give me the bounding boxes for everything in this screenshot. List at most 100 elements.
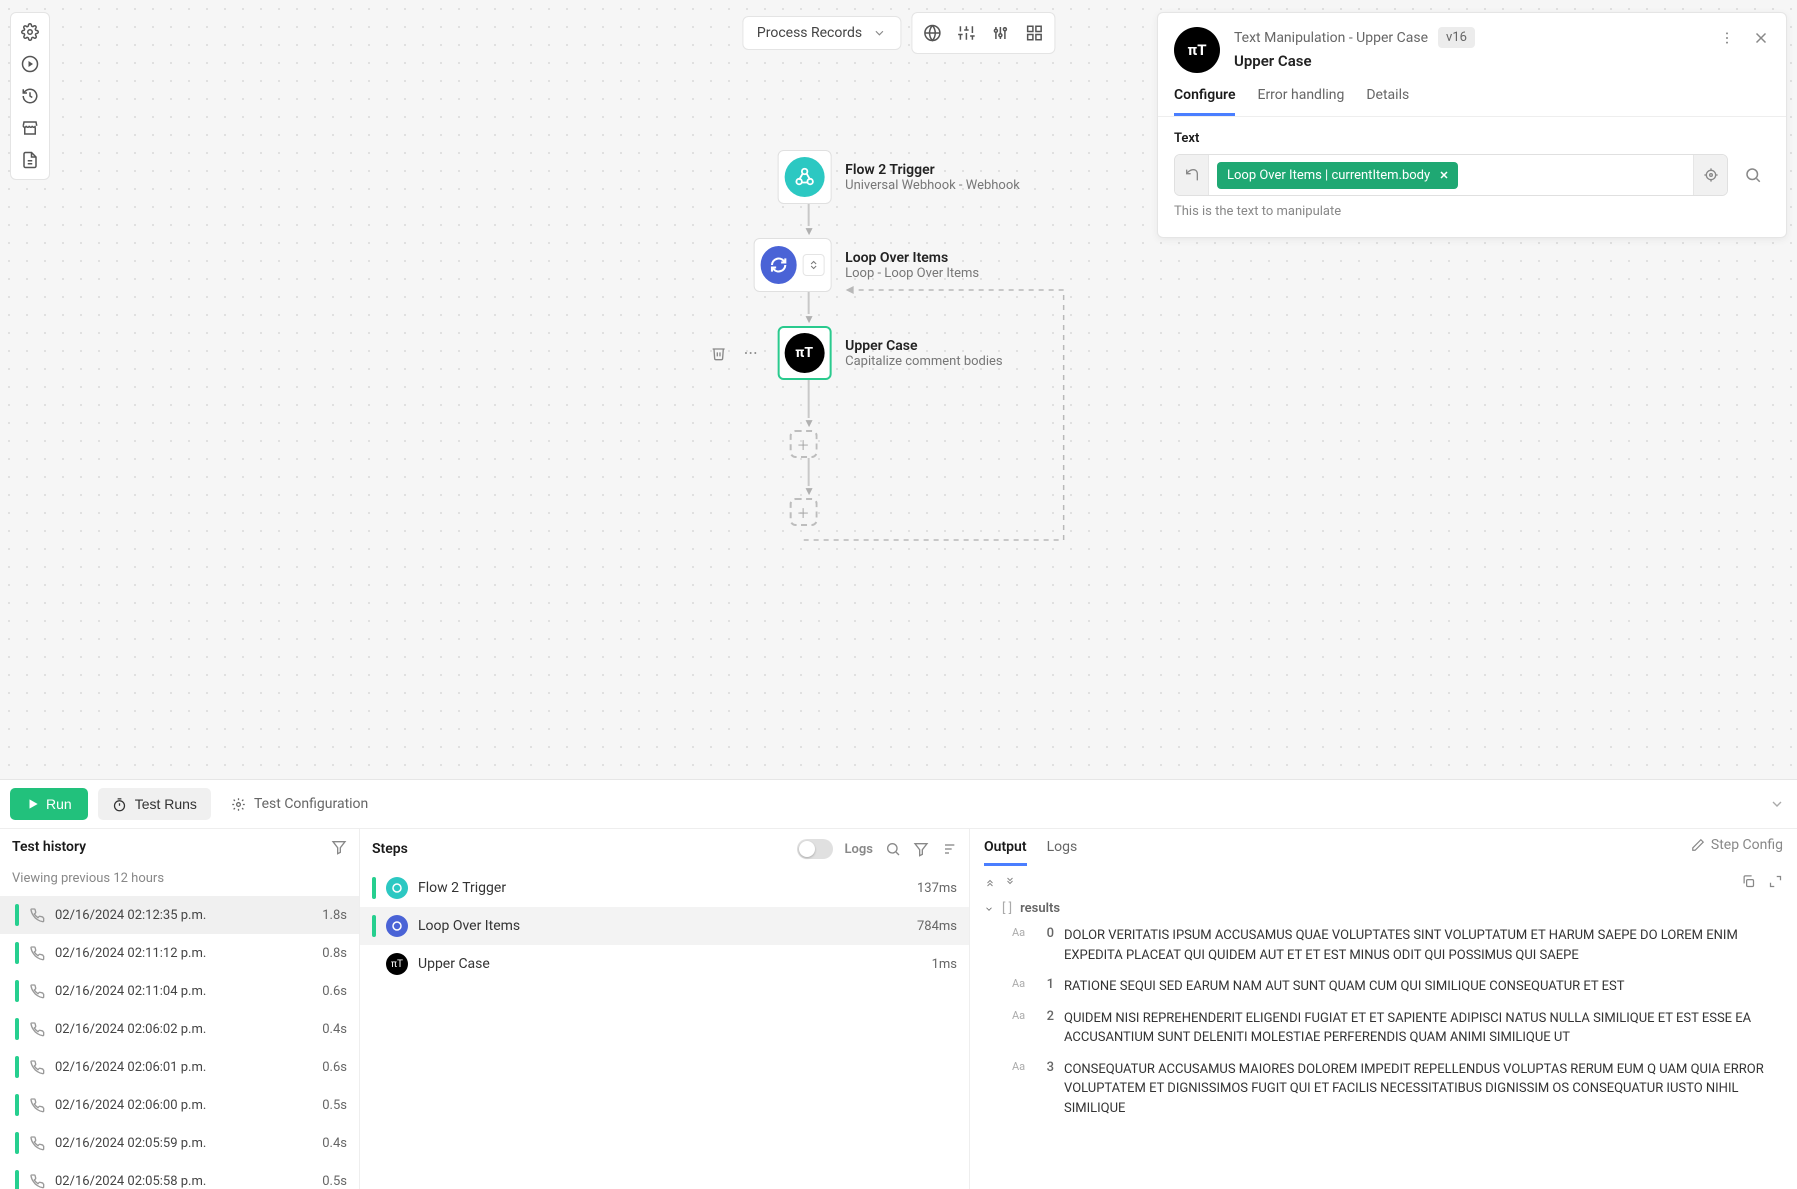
sort-icon[interactable] — [941, 841, 957, 857]
add-step-button-end[interactable]: ＋ — [789, 498, 817, 526]
copy-icon[interactable] — [1741, 874, 1756, 889]
text-manipulation-icon: πT — [1174, 27, 1220, 73]
store-icon[interactable] — [15, 113, 45, 143]
search-icon[interactable] — [1736, 158, 1770, 192]
tab-logs[interactable]: Logs — [1047, 839, 1078, 866]
run-button[interactable]: Run — [10, 788, 88, 820]
branch-icon[interactable] — [1175, 155, 1209, 195]
step-item[interactable]: Loop Over Items 784ms — [360, 907, 969, 945]
type-icon: Aa — [1012, 926, 1030, 939]
loop-icon — [760, 246, 797, 284]
result-row[interactable]: Aa 0 DOLOR VERITATIS IPSUM ACCUSAMUS QUA… — [984, 920, 1783, 971]
more-icon[interactable] — [739, 342, 761, 364]
test-runs-button[interactable]: Test Runs — [98, 788, 211, 820]
step-name: Upper Case — [418, 956, 922, 972]
node-actions — [707, 342, 761, 364]
globe-icon[interactable] — [916, 17, 948, 49]
history-item[interactable]: 02/16/2024 02:06:02 p.m. 0.4s — [0, 1010, 359, 1048]
phone-icon — [29, 1135, 45, 1151]
collapse-all-icon[interactable] — [984, 876, 996, 888]
version-badge: v16 — [1438, 27, 1475, 48]
node-loop-sub: Loop - Loop Over Items — [845, 266, 979, 281]
node-upper-case[interactable]: πT Upper Case Capitalize comment bodies — [777, 326, 1003, 380]
node-trigger[interactable]: Flow 2 Trigger Universal Webhook - Webho… — [777, 150, 1020, 204]
result-row[interactable]: Aa 3 CONSEQUATUR ACCUSAMUS MAIORES DOLOR… — [984, 1054, 1783, 1125]
bottom-toolbar: Run Test Runs Test Configuration — [0, 780, 1797, 829]
history-item[interactable]: 02/16/2024 02:05:59 p.m. 0.4s — [0, 1124, 359, 1162]
filter-icon[interactable] — [331, 839, 347, 855]
history-item[interactable]: 02/16/2024 02:12:35 p.m. 1.8s — [0, 896, 359, 934]
chip-label: Loop Over Items | currentItem.body — [1227, 168, 1430, 183]
history-timestamp: 02/16/2024 02:11:12 p.m. — [55, 946, 312, 961]
filter-icon[interactable] — [913, 841, 929, 857]
expand-icon[interactable] — [803, 254, 824, 276]
history-timestamp: 02/16/2024 02:06:00 p.m. — [55, 1098, 312, 1113]
panel-title: Upper Case — [1234, 52, 1475, 70]
tab-error-handling[interactable]: Error handling — [1257, 87, 1344, 116]
gear-icon[interactable] — [15, 17, 45, 47]
panel-tabs: Configure Error handling Details — [1158, 73, 1786, 117]
file-icon[interactable] — [15, 145, 45, 175]
history-duration: 0.5s — [322, 1098, 347, 1113]
stopwatch-icon — [112, 797, 127, 812]
output-column: Output Logs Step Config — [970, 829, 1797, 1189]
chip-remove-icon[interactable] — [1438, 169, 1450, 181]
close-icon[interactable] — [1748, 25, 1774, 51]
grid-icon[interactable] — [1018, 17, 1050, 49]
step-duration: 137ms — [917, 881, 957, 896]
side-panel: πT Text Manipulation - Upper Case v16 Up… — [1157, 12, 1787, 238]
result-row[interactable]: Aa 2 QUIDEM NISI REPREHENDERIT ELIGENDI … — [984, 1003, 1783, 1054]
sliders-icon[interactable] — [950, 17, 982, 49]
chevron-down-icon[interactable] — [1769, 796, 1785, 812]
phone-icon — [29, 1173, 45, 1189]
steps-header: Steps — [372, 841, 408, 857]
history-item[interactable]: 02/16/2024 02:05:58 p.m. 0.5s — [0, 1162, 359, 1189]
history-item[interactable]: 02/16/2024 02:06:01 p.m. 0.6s — [0, 1048, 359, 1086]
step-icon — [386, 877, 408, 899]
adjustments-icon[interactable] — [984, 17, 1016, 49]
add-step-button[interactable]: ＋ — [789, 430, 817, 458]
result-row[interactable]: Aa 1 RATIONE SEQUI SED EARUM NAM AUT SUN… — [984, 971, 1783, 1003]
step-icon — [386, 915, 408, 937]
type-icon: Aa — [1012, 977, 1030, 990]
play-circle-icon[interactable] — [15, 49, 45, 79]
history-item[interactable]: 02/16/2024 02:11:12 p.m. 0.8s — [0, 934, 359, 972]
history-item[interactable]: 02/16/2024 02:06:00 p.m. 0.5s — [0, 1086, 359, 1124]
node-loop[interactable]: Loop Over Items Loop - Loop Over Items — [753, 238, 979, 292]
tab-details[interactable]: Details — [1366, 87, 1409, 116]
history-duration: 0.5s — [322, 1174, 347, 1189]
result-text: CONSEQUATUR ACCUSAMUS MAIORES DOLOREM IM… — [1064, 1060, 1783, 1119]
step-config-button[interactable]: Step Config — [1691, 837, 1783, 853]
tab-configure[interactable]: Configure — [1174, 87, 1235, 116]
test-history-column: Test history Viewing previous 12 hours 0… — [0, 829, 360, 1189]
variable-chip[interactable]: Loop Over Items | currentItem.body — [1217, 162, 1458, 189]
tab-output[interactable]: Output — [984, 839, 1027, 866]
flow-canvas[interactable]: Process Records Flow 2 Trigger Universal… — [0, 0, 1797, 779]
trash-icon[interactable] — [707, 342, 729, 364]
text-manipulation-icon: πT — [784, 333, 824, 373]
result-index: 3 — [1040, 1060, 1054, 1075]
history-timestamp: 02/16/2024 02:12:35 p.m. — [55, 908, 312, 923]
phone-icon — [29, 1021, 45, 1037]
target-icon[interactable] — [1693, 155, 1727, 195]
text-input-field[interactable]: Loop Over Items | currentItem.body — [1174, 154, 1728, 196]
phone-icon — [29, 983, 45, 999]
logs-toggle[interactable] — [797, 839, 833, 859]
maximize-icon[interactable] — [1768, 874, 1783, 889]
phone-icon — [29, 1097, 45, 1113]
step-name: Flow 2 Trigger — [418, 880, 907, 896]
flow-name-dropdown[interactable]: Process Records — [742, 16, 901, 50]
history-item[interactable]: 02/16/2024 02:11:04 p.m. 0.6s — [0, 972, 359, 1010]
flow-diagram: Flow 2 Trigger Universal Webhook - Webho… — [777, 150, 1020, 526]
step-item[interactable]: Flow 2 Trigger 137ms — [360, 869, 969, 907]
expand-all-icon[interactable] — [1004, 876, 1016, 888]
more-vertical-icon[interactable] — [1714, 25, 1740, 51]
field-help-text: This is the text to manipulate — [1174, 204, 1770, 219]
steps-column: Steps Logs Flow 2 Trigger 137ms Loop Ove… — [360, 829, 970, 1189]
step-item[interactable]: πT Upper Case 1ms — [360, 945, 969, 983]
test-config-button[interactable]: Test Configuration — [221, 788, 378, 820]
results-root[interactable]: [ ] results — [984, 897, 1783, 920]
panel-breadcrumb: Text Manipulation - Upper Case — [1234, 30, 1428, 46]
history-icon[interactable] — [15, 81, 45, 111]
search-icon[interactable] — [885, 841, 901, 857]
